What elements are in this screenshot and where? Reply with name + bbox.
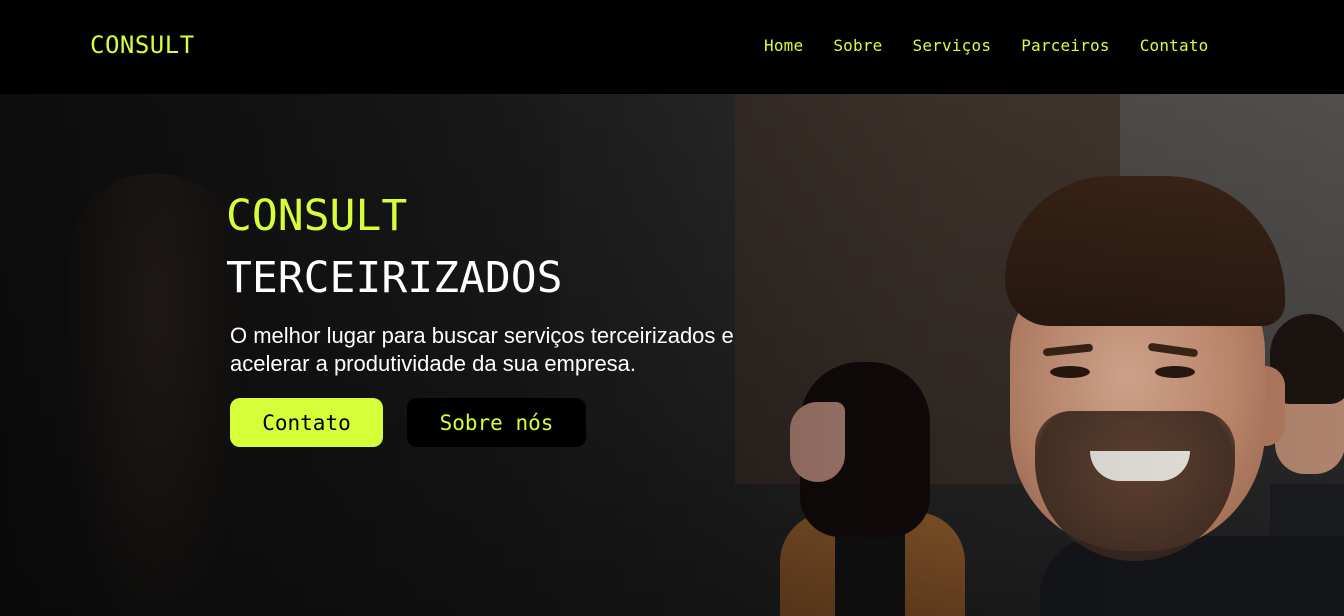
contato-button[interactable]: Contato (230, 398, 383, 447)
navbar: CONSULT Home Sobre Serviços Parceiros Co… (0, 0, 1344, 94)
sobre-nos-button[interactable]: Sobre nós (407, 398, 586, 447)
hero-buttons: Contato Sobre nós (230, 398, 826, 447)
hero-content: CONSULT TERCEIRIZADOS O melhor lugar par… (226, 190, 826, 447)
hero-description: O melhor lugar para buscar serviços terc… (230, 323, 734, 376)
brand-logo[interactable]: CONSULT (90, 31, 195, 59)
hero-title-accent: CONSULT (226, 191, 408, 241)
nav-link-sobre[interactable]: Sobre (833, 36, 882, 55)
nav-link-parceiros[interactable]: Parceiros (1021, 36, 1110, 55)
hero-title-main: TERCEIRIZADOS (226, 253, 563, 303)
nav-link-home[interactable]: Home (764, 36, 803, 55)
main-nav: Home Sobre Serviços Parceiros Contato (764, 36, 1239, 55)
nav-link-servicos[interactable]: Serviços (913, 36, 992, 55)
nav-link-contato[interactable]: Contato (1140, 36, 1209, 55)
